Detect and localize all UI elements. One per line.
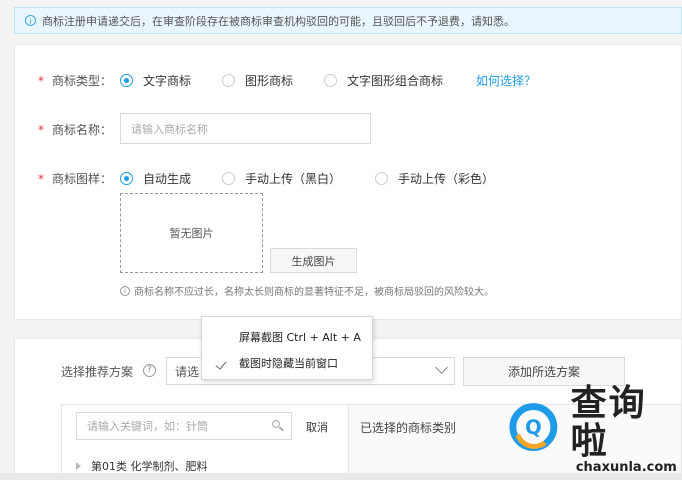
generate-image-button[interactable]: 生成图片 (270, 248, 357, 273)
radio-upload-color[interactable]: 手动上传（彩色） (375, 170, 494, 187)
radio-text-mark[interactable]: 文字商标 (120, 72, 191, 89)
name-length-hint: i 商标名称不应过长，名称太长则商标的显著特征不足，被商标局驳回的风险较大。 (120, 283, 494, 298)
notice-bar: i 商标注册申请递交后，在审查阶段存在被商标审查机构驳回的可能，且驳回后不予退费… (14, 7, 682, 34)
image-preview-box: 暂无图片 (120, 193, 263, 273)
menu-item-hide-window[interactable]: 截图时隐藏当前窗口 (239, 355, 338, 371)
radio-selected-icon (120, 172, 133, 185)
required-mark: * (38, 123, 44, 137)
radio-icon (222, 172, 235, 185)
required-mark: * (38, 172, 44, 186)
watermark-title: 查询啦 (570, 381, 647, 462)
no-image-text: 暂无图片 (169, 227, 214, 240)
name-label: * 商标名称： (38, 123, 113, 137)
radio-combined-mark[interactable]: 文字图形组合商标 (324, 72, 443, 89)
radio-upload-bw[interactable]: 手动上传（黑白） (222, 170, 341, 187)
search-placeholder: 请输入关键词，如：针筒 (87, 420, 208, 433)
tree-item-class-01[interactable]: 第01类 化学制剂、肥料 (76, 458, 208, 474)
how-to-choose-link[interactable]: 如何选择？ (476, 72, 536, 89)
design-label: * 商标图样： (38, 172, 113, 186)
select-value: 请选 (175, 364, 200, 379)
recommend-label: 选择推荐方案 (61, 365, 134, 379)
menu-item-screenshot[interactable]: 屏幕截图 Ctrl + Alt + A (239, 329, 361, 345)
trademark-name-input[interactable]: 请输入商标名称 (120, 113, 371, 144)
screenshot-context-menu: 屏幕截图 Ctrl + Alt + A 截图时隐藏当前窗口 (201, 316, 373, 380)
checkmark-icon (215, 358, 227, 370)
selected-categories-header: 已选择的商标类别 (360, 421, 457, 435)
info-icon: i (25, 15, 36, 26)
type-label: * 商标类型： (38, 74, 113, 88)
radio-selected-icon (120, 74, 133, 87)
watermark-logo: Q 查询啦 chaxunla.com (508, 384, 682, 475)
name-placeholder: 请输入商标名称 (131, 122, 208, 136)
notice-text: 商标注册申请递交后，在审查阶段存在被商标审查机构驳回的可能，且驳回后不予退费，请… (42, 14, 515, 28)
expand-arrow-icon[interactable] (76, 462, 81, 470)
required-mark: * (38, 74, 44, 88)
bottom-scroll-bar[interactable] (0, 473, 682, 480)
keyword-search-input[interactable]: 请输入关键词，如：针筒 (76, 412, 292, 440)
search-icon[interactable] (272, 420, 280, 428)
question-icon[interactable]: ? (143, 364, 156, 377)
radio-icon (324, 74, 337, 87)
radio-auto-generate[interactable]: 自动生成 (120, 170, 191, 187)
magnifier-logo-icon: Q (509, 403, 558, 451)
cancel-link[interactable]: 取消 (306, 419, 328, 435)
radio-icon (222, 74, 235, 87)
radio-graphic-mark[interactable]: 图形商标 (222, 72, 293, 89)
radio-icon (375, 172, 388, 185)
info-icon: i (120, 285, 130, 296)
svg-text:Q: Q (525, 416, 542, 439)
